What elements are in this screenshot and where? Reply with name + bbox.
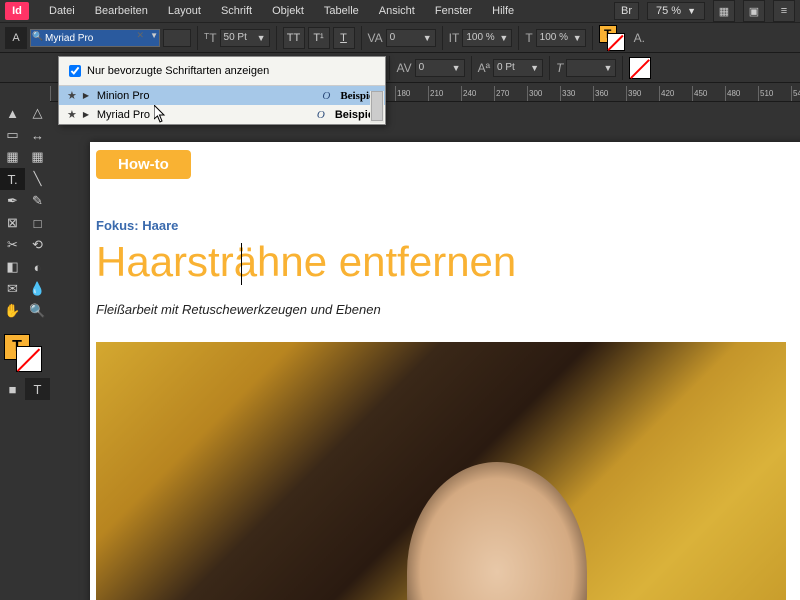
- selection-tool[interactable]: ▲: [0, 102, 25, 124]
- expand-triangle-icon[interactable]: ▶: [83, 110, 91, 119]
- baseline-icon: Aª: [478, 61, 490, 75]
- note-tool[interactable]: ✉: [0, 278, 25, 300]
- screen-mode-icon[interactable]: ▣: [743, 0, 765, 22]
- font-family-dropdown[interactable]: 🔍 ✕ ▼: [30, 28, 160, 48]
- content-collector-tool[interactable]: ▦: [0, 146, 25, 168]
- gradient-swatch-tool[interactable]: ◧: [0, 256, 25, 278]
- fill-stroke-swatch[interactable]: T: [599, 25, 625, 51]
- gradient-feather-tool[interactable]: ◐: [25, 256, 50, 278]
- font-filter-row: Nur bevorzugte Schriftarten anzeigen: [59, 57, 385, 86]
- allcaps-icon[interactable]: TT: [283, 27, 305, 49]
- focus-label: Fokus: Haare: [96, 218, 178, 233]
- expand-triangle-icon[interactable]: ▶: [83, 91, 91, 100]
- clear-icon[interactable]: ✕: [136, 30, 144, 41]
- star-icon[interactable]: ★: [67, 89, 77, 102]
- vscale-icon: IT: [449, 31, 460, 45]
- menu-bearbeiten[interactable]: Bearbeiten: [85, 2, 158, 20]
- scrollbar[interactable]: [370, 91, 384, 123]
- font-list-item[interactable]: ★ ▶ Minion Pro O Beispiel: [59, 86, 385, 105]
- favorite-filter-checkbox[interactable]: [69, 65, 81, 77]
- type-tool[interactable]: T.: [0, 168, 25, 190]
- hscale-input[interactable]: 100 %▼: [536, 29, 586, 47]
- zoom-tool[interactable]: 🔍: [25, 300, 50, 322]
- menubar: Id Datei Bearbeiten Layout Schrift Objek…: [0, 0, 800, 23]
- view-options-icon[interactable]: ▦: [713, 0, 735, 22]
- opentype-icon: O: [322, 90, 330, 102]
- scroll-thumb[interactable]: [371, 91, 383, 121]
- bridge-button[interactable]: Br: [614, 2, 639, 20]
- hero-image: [96, 342, 786, 600]
- stroke-swatch[interactable]: [629, 57, 651, 79]
- favorite-filter-label: Nur bevorzugte Schriftarten anzeigen: [87, 65, 269, 77]
- free-transform-tool[interactable]: ⟲: [25, 234, 50, 256]
- zoom-dropdown[interactable]: 75 %▼: [647, 2, 705, 20]
- tools-panel: ▲△ ▭↔ ▦▦ T.╲ ✒✎ ⊠□ ✂⟲ ◧◐ ✉💧 ✋🔍 T ■ T: [0, 90, 50, 600]
- kerning-input[interactable]: 0▼: [386, 29, 436, 47]
- character-mode-icon[interactable]: A: [5, 27, 27, 49]
- apply-color-tool[interactable]: ■: [0, 378, 25, 400]
- control-panel-row1: A 🔍 ✕ ▼ ᵀT 50 Pt▼ TT T¹ T VA 0▼ IT 100 %…: [0, 23, 800, 53]
- superscript-icon[interactable]: T¹: [308, 27, 330, 49]
- app-icon: Id: [5, 2, 29, 20]
- howto-badge: How-to: [96, 150, 191, 179]
- font-list-item[interactable]: ★ ▶ Myriad Pro O Beispiel: [59, 105, 385, 124]
- direct-selection-tool[interactable]: △: [25, 102, 50, 124]
- font-dropdown-popup: Nur bevorzugte Schriftarten anzeigen ★ ▶…: [58, 56, 386, 125]
- menu-ansicht[interactable]: Ansicht: [369, 2, 425, 20]
- menu-objekt[interactable]: Objekt: [262, 2, 314, 20]
- rectangle-tool[interactable]: □: [25, 212, 50, 234]
- size-icon: ᵀT: [204, 31, 217, 45]
- search-icon: 🔍: [32, 31, 43, 42]
- hscale-icon: T: [525, 31, 532, 45]
- line-tool[interactable]: ╲: [25, 168, 50, 190]
- content-placer-tool[interactable]: ▦: [25, 146, 50, 168]
- skew-icon: T: [556, 61, 563, 75]
- menu-fenster[interactable]: Fenster: [425, 2, 482, 20]
- document-page[interactable]: How-to Fokus: Haare Haarsträhne entferne…: [90, 142, 800, 600]
- menu-layout[interactable]: Layout: [158, 2, 211, 20]
- tracking-icon: AV: [396, 61, 411, 75]
- font-style-dropdown[interactable]: [163, 29, 191, 47]
- menu-hilfe[interactable]: Hilfe: [482, 2, 524, 20]
- baseline-input[interactable]: 0 Pt▼: [493, 59, 543, 77]
- chevron-down-icon: ▼: [687, 6, 696, 16]
- stroke-none-icon[interactable]: [607, 33, 625, 51]
- gap-tool[interactable]: ↔: [25, 124, 50, 146]
- format-text-tool[interactable]: T: [25, 378, 50, 400]
- canvas[interactable]: How-to Fokus: Haare Haarsträhne entferne…: [50, 102, 800, 600]
- scissors-tool[interactable]: ✂: [0, 234, 25, 256]
- font-name-label: Myriad Pro: [97, 109, 311, 121]
- fill-stroke-tool[interactable]: T: [4, 334, 46, 372]
- opentype-icon: O: [317, 109, 325, 121]
- pen-tool[interactable]: ✒: [0, 190, 25, 212]
- menu-schrift[interactable]: Schrift: [211, 2, 262, 20]
- arrange-icon[interactable]: ≡: [773, 0, 795, 22]
- chevron-down-icon[interactable]: ▼: [150, 31, 158, 40]
- underline-icon[interactable]: T: [333, 27, 355, 49]
- rectangle-frame-tool[interactable]: ⊠: [0, 212, 25, 234]
- vscale-input[interactable]: 100 %▼: [462, 29, 512, 47]
- tracking-input[interactable]: 0▼: [415, 59, 465, 77]
- star-icon[interactable]: ★: [67, 108, 77, 121]
- skew-input[interactable]: ▼: [566, 59, 616, 77]
- page-tool[interactable]: ▭: [0, 124, 25, 146]
- pencil-tool[interactable]: ✎: [25, 190, 50, 212]
- font-name-label: Minion Pro: [97, 90, 317, 102]
- eyedropper-tool[interactable]: 💧: [25, 278, 50, 300]
- font-size-input[interactable]: 50 Pt▼: [220, 29, 270, 47]
- face-region: [407, 462, 587, 600]
- menu-tabelle[interactable]: Tabelle: [314, 2, 369, 20]
- hand-tool[interactable]: ✋: [0, 300, 25, 322]
- kerning-icon: VA: [368, 31, 383, 45]
- paragraph-style-icon[interactable]: A.: [634, 31, 645, 45]
- menu-datei[interactable]: Datei: [39, 2, 85, 20]
- text-cursor: [241, 243, 242, 285]
- page-subtitle: Fleißarbeit mit Retuschewerkzeugen und E…: [96, 302, 381, 317]
- page-title[interactable]: Haarsträhne entfernen: [96, 238, 516, 286]
